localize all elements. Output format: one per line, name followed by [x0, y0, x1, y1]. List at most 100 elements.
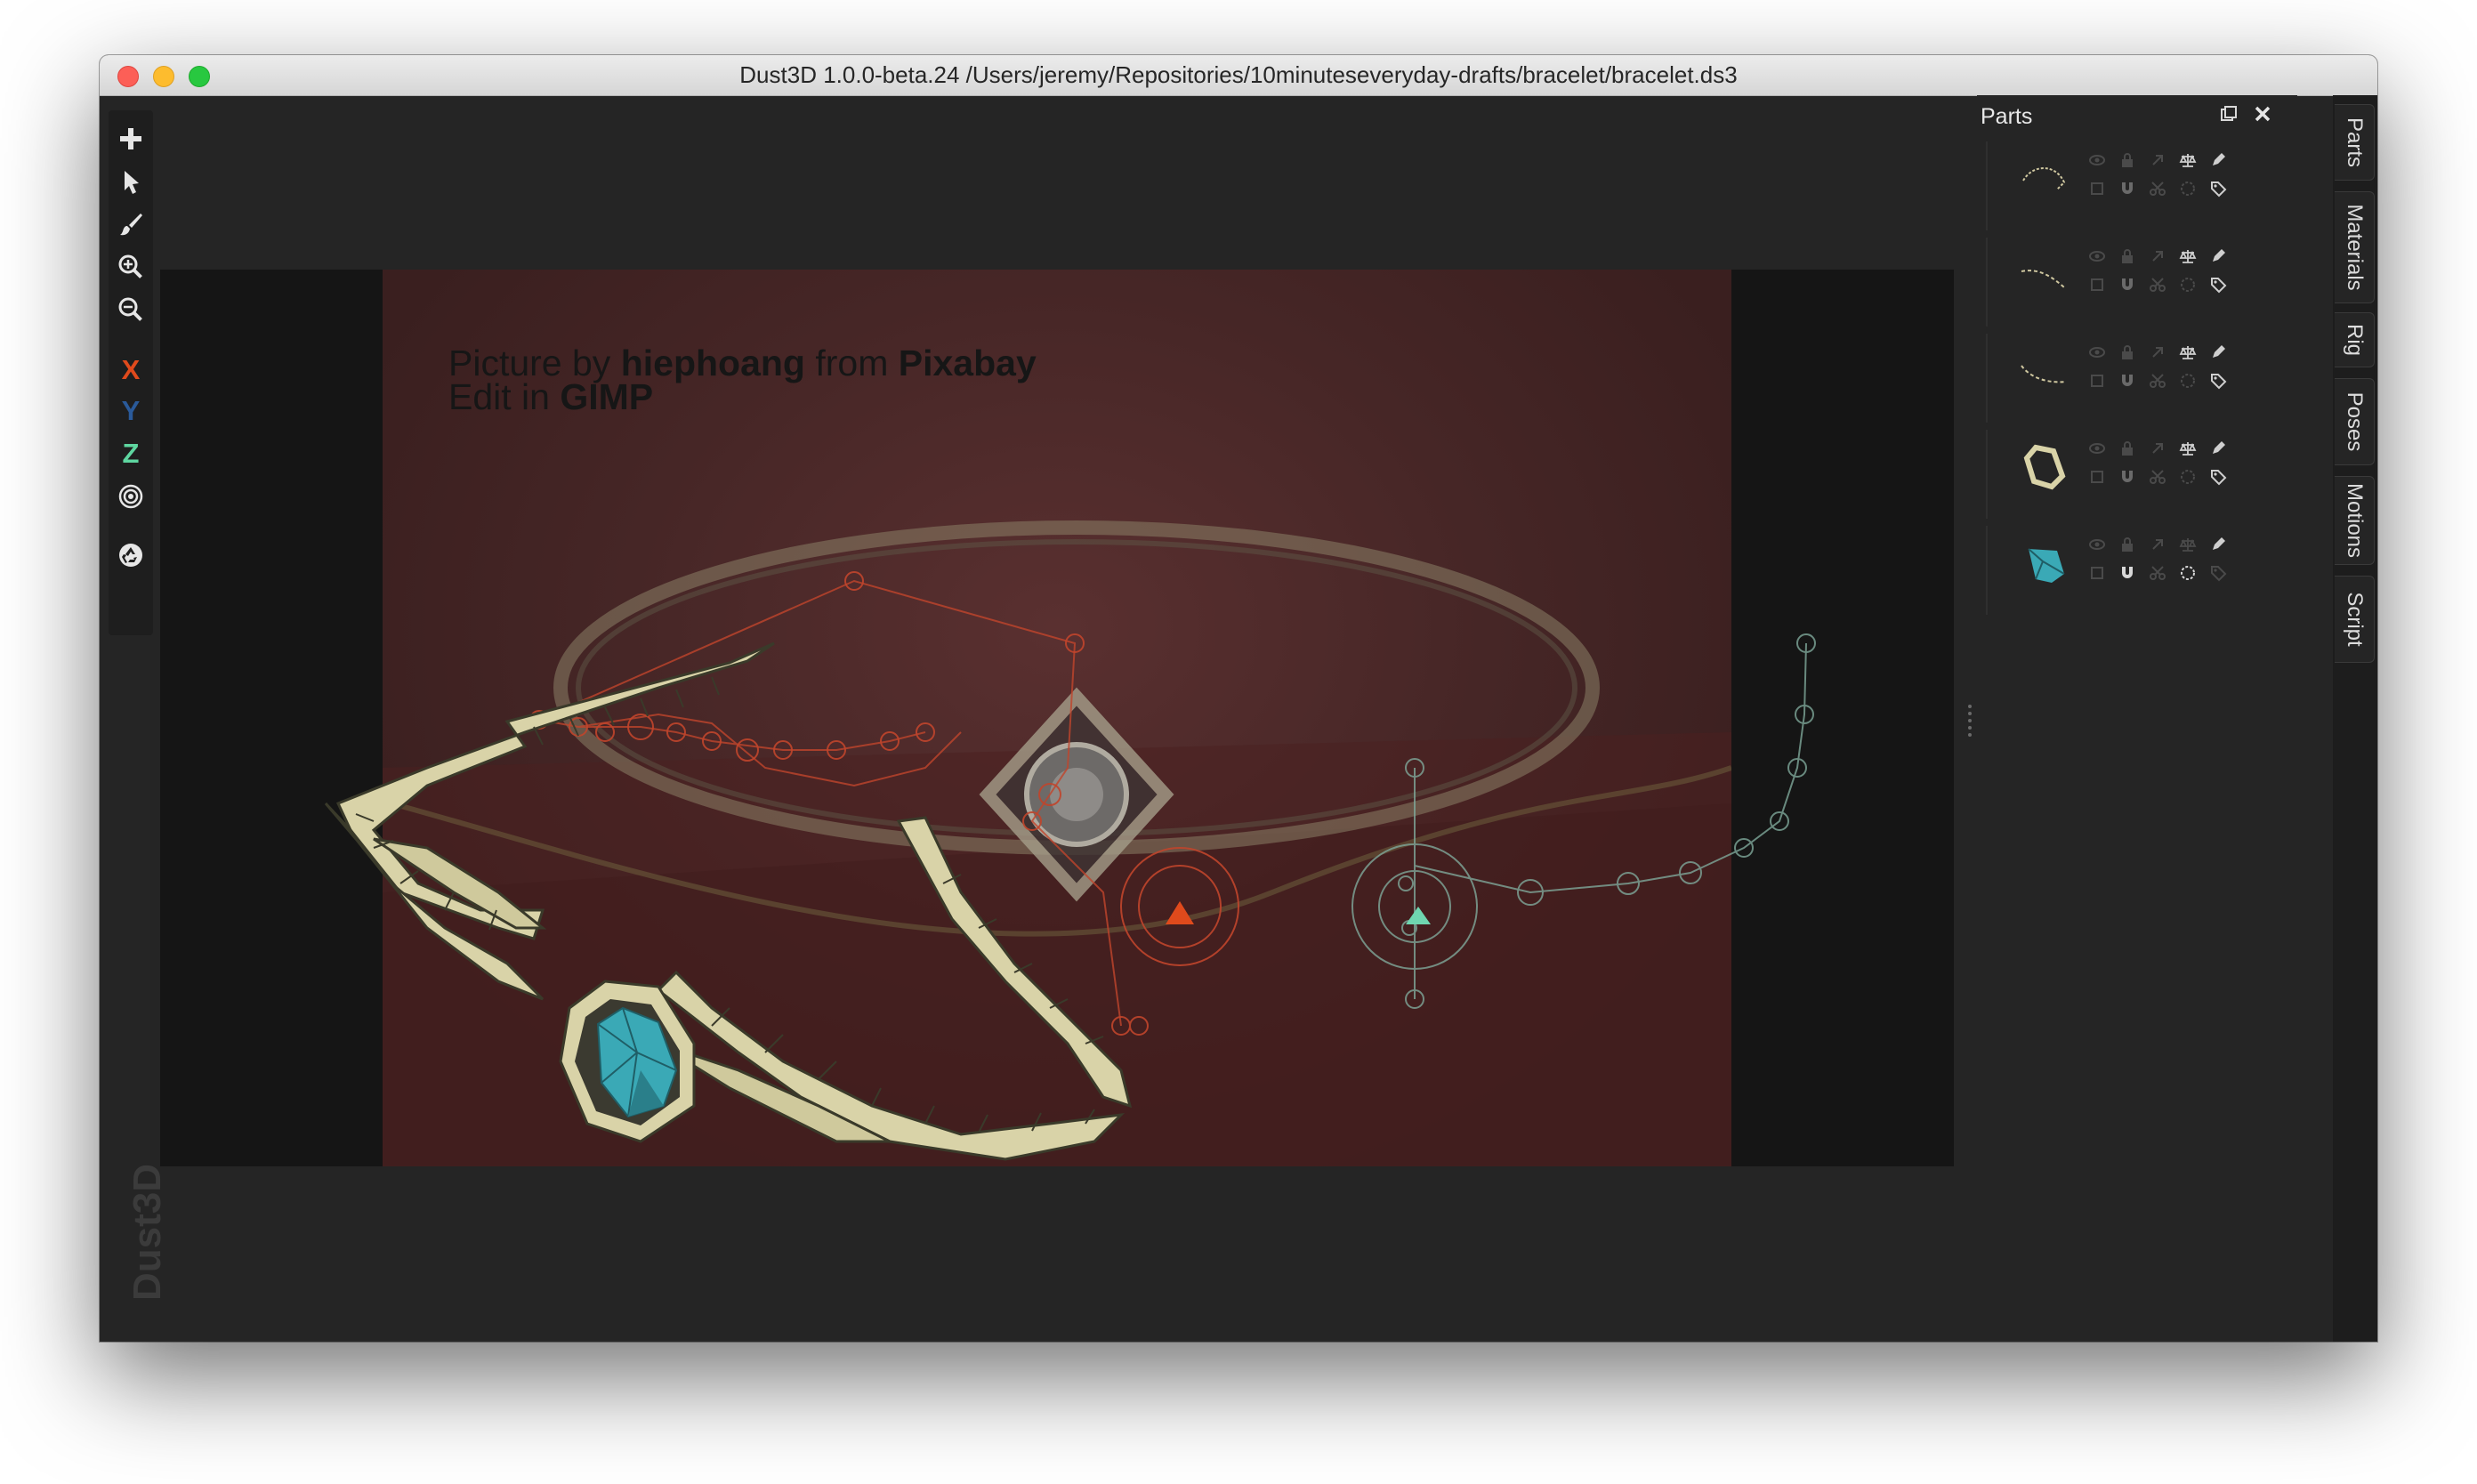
- x-axis-lock-button[interactable]: X: [114, 352, 148, 388]
- link-icon[interactable]: [2148, 150, 2167, 170]
- part-tree-line: [1986, 238, 1988, 327]
- balance-icon[interactable]: [2178, 439, 2198, 458]
- skeleton-right: [1351, 633, 1816, 1009]
- tag-icon[interactable]: [2208, 275, 2228, 294]
- link-icon[interactable]: [2148, 535, 2167, 554]
- part-tree-line: [1986, 430, 1988, 519]
- balance-icon[interactable]: [2178, 535, 2198, 554]
- balance-icon[interactable]: [2178, 150, 2198, 170]
- paint-button[interactable]: [114, 206, 148, 242]
- part-preview-thumbnail[interactable]: [2013, 531, 2075, 593]
- scissors-icon[interactable]: [2148, 179, 2167, 198]
- regenerate-button[interactable]: [114, 537, 148, 573]
- model-viewport[interactable]: Picture by hiephoang from Pixabay Edit i…: [160, 270, 1954, 1166]
- rotate-icon[interactable]: [2178, 563, 2198, 583]
- app-window: Dust3D 1.0.0-beta.24 /Users/jeremy/Repos…: [100, 55, 2377, 1342]
- pencil-icon[interactable]: [2208, 535, 2228, 554]
- z-axis-lock-button[interactable]: Z: [114, 436, 148, 472]
- tab-motions[interactable]: Motions: [2335, 476, 2375, 565]
- rotate-icon[interactable]: [2178, 179, 2198, 198]
- part-preview-thumbnail[interactable]: [2013, 435, 2075, 497]
- recycle-icon: [119, 544, 142, 567]
- eye-icon[interactable]: [2087, 150, 2107, 170]
- tag-icon[interactable]: [2208, 179, 2228, 198]
- part-item[interactable]: [1977, 430, 2279, 519]
- tab-rig[interactable]: Rig: [2335, 312, 2375, 367]
- tab-poses[interactable]: Poses: [2335, 378, 2375, 465]
- link-icon[interactable]: [2148, 343, 2167, 362]
- eye-icon[interactable]: [2087, 343, 2107, 362]
- part-item[interactable]: [1977, 334, 2279, 423]
- skeleton-edges-left: [538, 579, 1122, 1027]
- tab-materials[interactable]: Materials: [2335, 191, 2375, 303]
- balance-icon[interactable]: [2178, 343, 2198, 362]
- link-icon[interactable]: [2148, 246, 2167, 266]
- checkbox-icon[interactable]: [2087, 275, 2107, 294]
- checkbox-icon[interactable]: [2087, 563, 2107, 583]
- pencil-icon[interactable]: [2208, 246, 2228, 266]
- eye-icon[interactable]: [2087, 246, 2107, 266]
- tag-icon[interactable]: [2208, 563, 2228, 583]
- tab-label: Parts: [2343, 117, 2367, 168]
- balance-icon[interactable]: [2178, 246, 2198, 266]
- radius-lock-button[interactable]: [114, 479, 148, 514]
- tag-icon[interactable]: [2208, 371, 2228, 391]
- pencil-icon[interactable]: [2208, 150, 2228, 170]
- zoom-in-icon: [118, 254, 142, 278]
- rotate-icon[interactable]: [2178, 467, 2198, 487]
- tab-label: Materials: [2343, 204, 2367, 291]
- eye-icon[interactable]: [2087, 535, 2107, 554]
- part-item[interactable]: [1977, 141, 2279, 230]
- tab-label: Poses: [2343, 391, 2367, 452]
- lock-icon[interactable]: [2118, 535, 2137, 554]
- y-axis-lock-button[interactable]: Y: [114, 393, 148, 429]
- float-window-icon[interactable]: [2221, 106, 2237, 122]
- rotate-icon[interactable]: [2178, 371, 2198, 391]
- dust3d-watermark: Dust3D: [125, 1163, 169, 1301]
- tag-icon[interactable]: [2208, 467, 2228, 487]
- tool-bar: X Y Z: [109, 110, 153, 635]
- close-icon[interactable]: [2253, 104, 2272, 124]
- lock-icon[interactable]: [2118, 246, 2137, 266]
- panel-splitter-handle[interactable]: [1968, 705, 1975, 737]
- pencil-icon[interactable]: [2208, 439, 2228, 458]
- magnet-icon[interactable]: [2118, 563, 2137, 583]
- scissors-icon[interactable]: [2148, 371, 2167, 391]
- magnet-icon[interactable]: [2118, 275, 2137, 294]
- scissors-icon[interactable]: [2148, 467, 2167, 487]
- magnet-icon[interactable]: [2118, 179, 2137, 198]
- lock-icon[interactable]: [2118, 343, 2137, 362]
- scissors-icon[interactable]: [2148, 563, 2167, 583]
- part-item[interactable]: [1977, 526, 2279, 615]
- part-preview-thumbnail[interactable]: [2013, 147, 2075, 209]
- magnet-icon[interactable]: [2118, 467, 2137, 487]
- lock-icon[interactable]: [2118, 439, 2137, 458]
- magnet-icon[interactable]: [2118, 371, 2137, 391]
- part-preview-thumbnail[interactable]: [2013, 339, 2075, 401]
- part-preview-thumbnail[interactable]: [2013, 243, 2075, 305]
- scene-overlay: [324, 571, 1816, 1161]
- tab-parts[interactable]: Parts: [2335, 104, 2375, 181]
- zoom-out-button[interactable]: [114, 292, 148, 327]
- add-node-button[interactable]: [114, 121, 148, 157]
- link-icon[interactable]: [2148, 439, 2167, 458]
- eye-icon[interactable]: [2087, 439, 2107, 458]
- title-bar: Dust3D 1.0.0-beta.24 /Users/jeremy/Repos…: [100, 55, 2377, 96]
- parts-panel-title: Parts: [1981, 104, 2033, 129]
- part-item[interactable]: [1977, 238, 2279, 327]
- checkbox-icon[interactable]: [2087, 179, 2107, 198]
- tab-script[interactable]: Script: [2335, 576, 2375, 663]
- checkbox-icon[interactable]: [2087, 371, 2107, 391]
- side-tabs: Parts Materials Rig Poses Motions Script: [2333, 95, 2377, 1342]
- rotate-icon[interactable]: [2178, 275, 2198, 294]
- window-title: Dust3D 1.0.0-beta.24 /Users/jeremy/Repos…: [739, 61, 1738, 88]
- tab-label: Script: [2343, 592, 2367, 647]
- checkbox-icon[interactable]: [2087, 467, 2107, 487]
- skeleton-nodes-left: [529, 571, 1239, 1036]
- zoom-in-button[interactable]: [114, 249, 148, 285]
- select-button[interactable]: [114, 164, 148, 199]
- pencil-icon[interactable]: [2208, 343, 2228, 362]
- scissors-icon[interactable]: [2148, 275, 2167, 294]
- mirror-node-marker: [1406, 907, 1431, 924]
- lock-icon[interactable]: [2118, 150, 2137, 170]
